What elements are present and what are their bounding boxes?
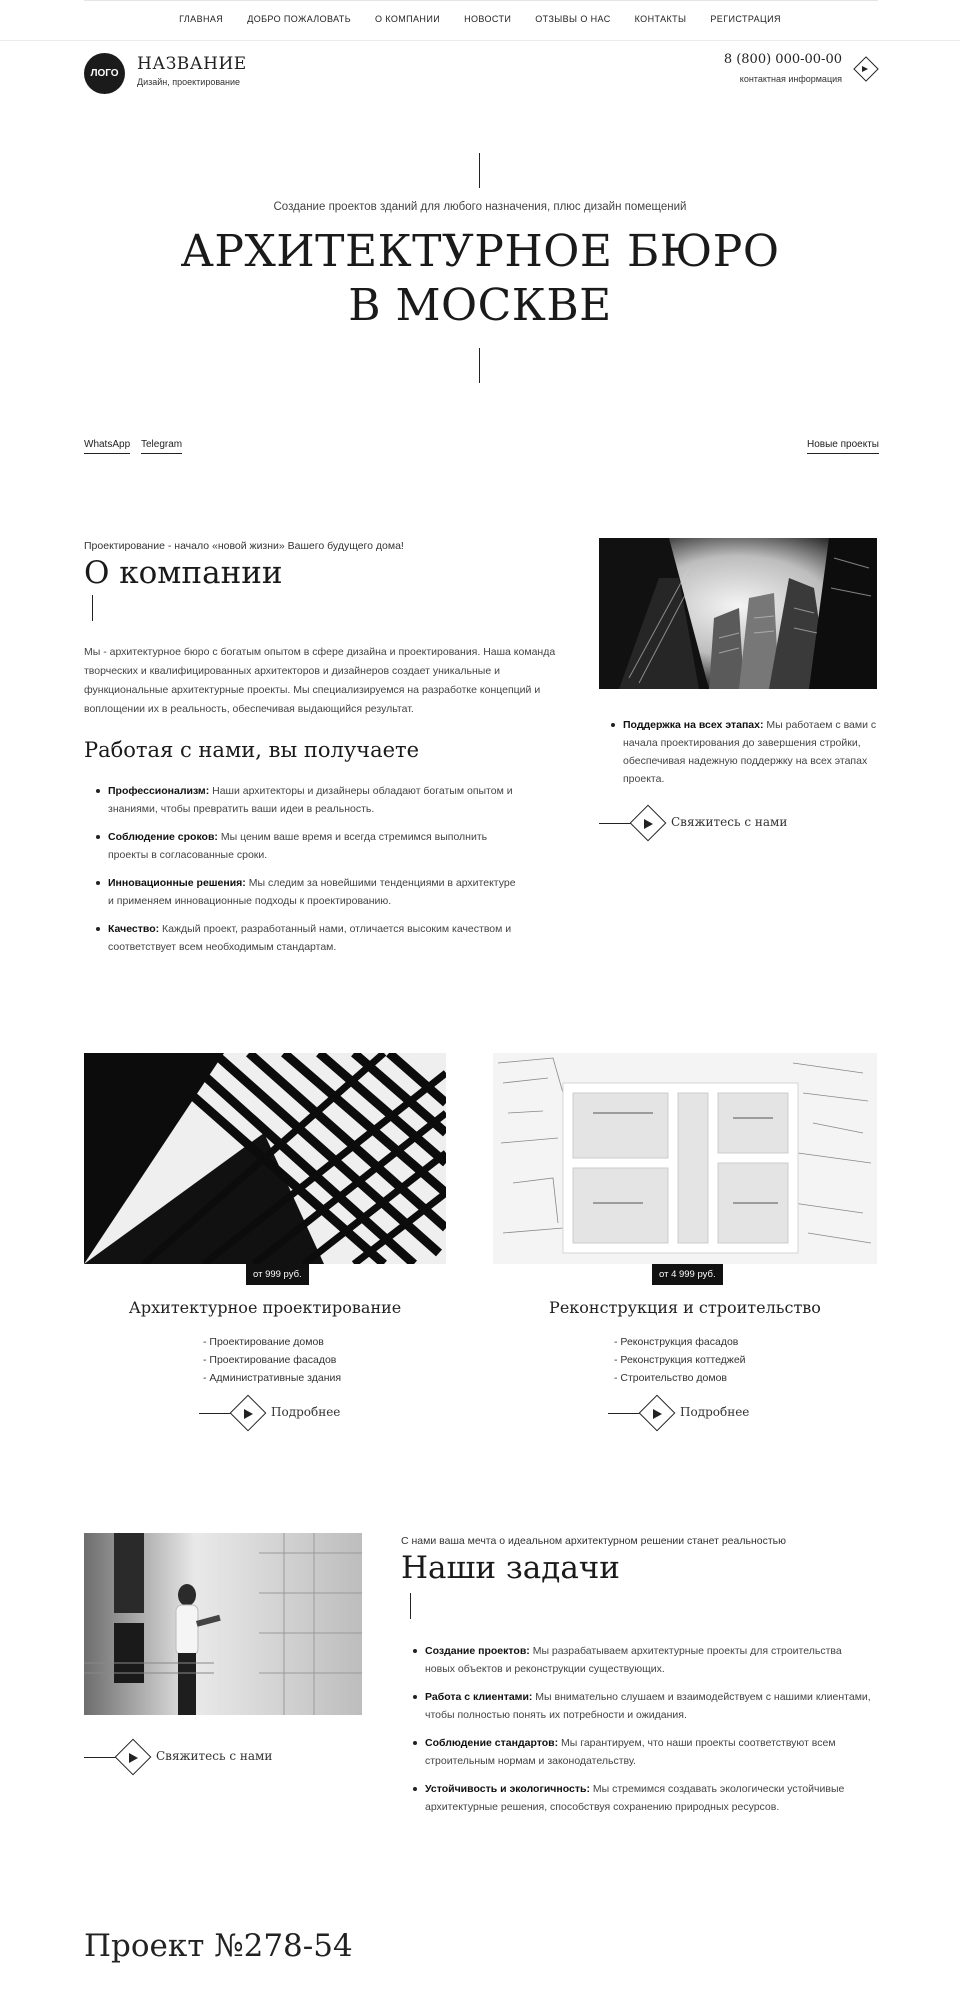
nav-item-reviews[interactable]: ОТЗЫВЫ О НАС [523,14,622,24]
support-list: Поддержка на всех этапах: Мы работаем с … [599,716,879,798]
list-item: - Реконструкция коттеджей [614,1354,746,1366]
list-item: - Проектирование домов [203,1336,324,1348]
arrow-right-icon [244,1409,253,1419]
list-item: Соблюдение сроков: Мы ценим ваше время и… [84,828,524,864]
service-list-reconstruction: - Реконструкция фасадов - Реконструкция … [614,1333,746,1387]
arrow-right-icon [862,66,868,72]
service-title-architecture: Архитектурное проектирование [128,1298,402,1317]
about-text: Мы - архитектурное бюро с богатым опытом… [84,646,556,715]
list-item: Соблюдение стандартов: Мы гарантируем, ч… [401,1734,871,1770]
tasks-kicker: С нами ваша мечта о идеальном архитектур… [401,1535,786,1547]
list-item: Качество: Каждый проект, разработанный н… [84,920,524,956]
about-title-accent [92,595,93,621]
nav-item-welcome[interactable]: ДОБРО ПОЖАЛОВАТЬ [235,14,363,24]
about-kicker: Проектирование - начало «новой жизни» Ва… [84,540,404,552]
top-border [84,0,878,1]
service-image-reconstruction [493,1053,877,1264]
nav-item-about[interactable]: О КОМПАНИИ [363,14,452,24]
arrow-right-icon [653,1409,662,1419]
hero-divider-bottom [479,348,480,383]
tasks-contact-button[interactable]: Свяжитесь с нами [84,1738,284,1778]
list-item: Поддержка на всех этапах: Мы работаем с … [599,716,879,788]
price-badge: от 999 руб. [246,1264,309,1285]
contact-info-label: контактная информация [739,74,842,84]
brand-subtitle: Дизайн, проектирование [137,77,241,87]
arrow-right-icon [129,1753,138,1763]
service-image-architecture [84,1053,446,1264]
benefits-title: Работая с нами, вы получаете [84,738,420,762]
list-item: Работа с клиентами: Мы внимательно слуша… [401,1688,871,1724]
hero-title: АРХИТЕКТУРНОЕ БЮРО В МОСКВЕ [0,225,960,333]
contact-us-button[interactable]: Свяжитесь с нами [599,804,799,844]
brand-name: НАЗВАНИЕ [137,54,247,74]
nav-item-home[interactable]: ГЛАВНАЯ [167,14,235,24]
phone-number[interactable]: 8 (800) 000-00-00 [724,52,842,67]
about-image [599,538,877,689]
tasks-title-accent [410,1593,411,1619]
whatsapp-link[interactable]: WhatsApp [84,439,131,454]
hero-title-line1: АРХИТЕКТУРНОЕ БЮРО [180,226,780,277]
tasks-list: Создание проектов: Мы разрабатываем архи… [401,1642,871,1826]
benefits-list: Профессионализм: Наши архитекторы и диза… [84,782,524,966]
nav-item-contacts[interactable]: КОНТАКТЫ [623,14,699,24]
telegram-link[interactable]: Telegram [141,439,183,454]
service-list-architecture: - Проектирование домов - Проектирование … [203,1333,341,1387]
service-title-reconstruction: Реконструкция и строительство [549,1298,821,1317]
arrow-right-icon [644,819,653,829]
about-title: О компании [84,555,283,591]
list-item: Устойчивость и экологичность: Мы стремим… [401,1780,871,1816]
more-button-reconstruction[interactable]: Подробнее [608,1394,788,1434]
list-item: - Строительство домов [614,1372,728,1384]
nav-divider [0,40,960,41]
logo[interactable]: ЛОГО [84,53,125,94]
list-item: Профессионализм: Наши архитекторы и диза… [84,782,524,818]
tasks-title: Наши задачи [401,1550,620,1586]
nav-item-news[interactable]: НОВОСТИ [452,14,523,24]
price-badge: от 4 999 руб. [652,1264,723,1285]
hero-divider-top [479,153,480,188]
list-item: - Административные здания [203,1372,342,1384]
list-item: - Реконструкция фасадов [614,1336,739,1348]
list-item: - Проектирование фасадов [203,1354,337,1366]
main-nav: ГЛАВНАЯ ДОБРО ПОЖАЛОВАТЬ О КОМПАНИИ НОВО… [0,14,960,24]
project-title: Проект №278-54 [84,1928,353,1964]
hero-title-line2: В МОСКВЕ [348,280,612,331]
nav-item-register[interactable]: РЕГИСТРАЦИЯ [698,14,792,24]
more-button-architecture[interactable]: Подробнее [199,1394,379,1434]
list-item: Создание проектов: Мы разрабатываем архи… [401,1642,871,1678]
new-projects-link[interactable]: Новые проекты [807,439,879,454]
hero-subtitle: Создание проектов зданий для любого назн… [273,201,687,213]
tasks-image [84,1533,362,1715]
list-item: Инновационные решения: Мы следим за нове… [84,874,524,910]
